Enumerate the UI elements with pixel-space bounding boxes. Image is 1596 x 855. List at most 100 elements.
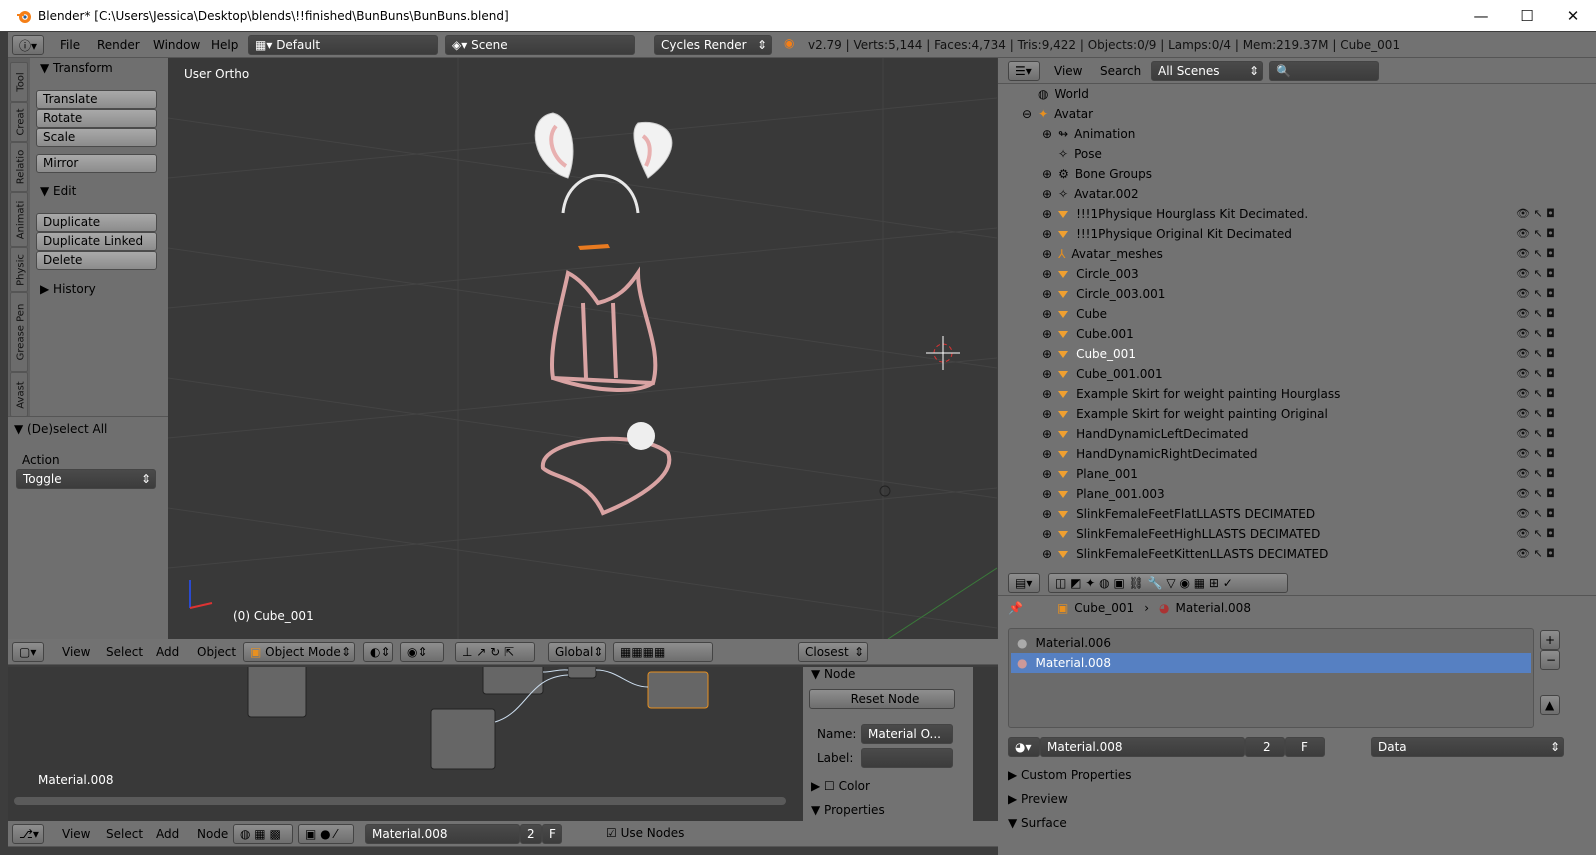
- delete-button[interactable]: Delete: [36, 251, 157, 270]
- outliner-row-mesh[interactable]: ⊕ Example Skirt for weight painting Hourg…: [1042, 384, 1596, 404]
- slot-move-buttons[interactable]: ▲: [1540, 695, 1560, 715]
- properties-section[interactable]: ▼ Properties: [811, 803, 885, 817]
- use-nodes-checkbox[interactable]: ☑ Use Nodes: [606, 826, 684, 840]
- outliner-row-mesh[interactable]: ⊕ HandDynamicRightDecimated: [1042, 444, 1596, 464]
- shading-select[interactable]: ◐⇕: [363, 642, 393, 662]
- pin-icon[interactable]: 📌: [1008, 601, 1023, 615]
- scenes-select[interactable]: All Scenes ⇕: [1151, 61, 1263, 81]
- menu-help[interactable]: Help: [211, 38, 238, 52]
- section-surface[interactable]: ▼ Surface: [1008, 816, 1568, 830]
- action-select[interactable]: Toggle ⇕: [16, 469, 156, 489]
- tab-avast[interactable]: Avast: [10, 372, 28, 417]
- outliner-row-mesh[interactable]: ⊕ Example Skirt for weight painting Origi…: [1042, 404, 1596, 424]
- material-browse[interactable]: ◕▾: [1008, 737, 1040, 757]
- node-label-field[interactable]: [861, 748, 953, 768]
- node-fake-user[interactable]: F: [542, 824, 562, 844]
- outliner-row-pose[interactable]: ✧ Pose: [1058, 144, 1596, 164]
- menu-search[interactable]: Search: [1100, 64, 1141, 78]
- tab-grease-pencil[interactable]: Grease Pen: [10, 292, 28, 372]
- outliner-row-animation[interactable]: ⊕ ↬ Animation: [1042, 124, 1596, 144]
- context-tabs[interactable]: ◫ ◩ ✦ ◍ ▣ ⛓ 🔧 ▽ ◉ ▦ ⊞ ✓: [1048, 573, 1288, 593]
- outliner-row-avatar-meshes[interactable]: ⊕ ⅄ Avatar_meshes: [1042, 244, 1596, 264]
- outliner-row-mesh-active[interactable]: ⊕ Cube_001: [1042, 344, 1596, 364]
- tab-relations[interactable]: Relatio: [10, 142, 28, 192]
- search-input[interactable]: 🔍: [1269, 61, 1379, 81]
- menu-view[interactable]: View: [1054, 64, 1082, 78]
- mirror-button[interactable]: Mirror: [36, 154, 157, 173]
- link-select[interactable]: Data ⇕: [1371, 737, 1564, 757]
- node-material-field[interactable]: Material.008: [365, 824, 520, 844]
- close-button[interactable]: ✕: [1550, 0, 1596, 31]
- shader-type[interactable]: ▣ ● ⁄: [298, 824, 354, 844]
- editor-type-button[interactable]: ⎇▾: [12, 824, 44, 844]
- pivot-select[interactable]: ◉⇕: [400, 642, 444, 662]
- outliner-row-world[interactable]: ◍ World: [1038, 84, 1596, 104]
- slot-row[interactable]: ● Material.006: [1011, 633, 1531, 653]
- translate-button[interactable]: Translate: [36, 90, 157, 109]
- menu-add[interactable]: Add: [156, 645, 179, 659]
- render-engine-select[interactable]: Cycles Render ⇕: [654, 35, 772, 55]
- menu-select[interactable]: Select: [106, 827, 143, 841]
- outliner-row-mesh[interactable]: ⊕ Plane_001: [1042, 464, 1596, 484]
- outliner-row-mesh[interactable]: ⊕ !!!1Physique Original Kit Decimated: [1042, 224, 1596, 244]
- users-count[interactable]: 2: [1245, 737, 1285, 757]
- editor-type-button[interactable]: ▢▾: [12, 642, 44, 662]
- editor-type-button[interactable]: ☰▾: [1008, 61, 1040, 81]
- outliner-row-mesh[interactable]: ⊕ Cube_001.001: [1042, 364, 1596, 384]
- outliner-row-mesh[interactable]: ⊕ Plane_001.003: [1042, 484, 1596, 504]
- outliner-row-mesh[interactable]: ⊕ Cube.001: [1042, 324, 1596, 344]
- menu-window[interactable]: Window: [153, 38, 200, 52]
- manipulator-toggles[interactable]: ⊥ ↗ ↻ ⇱: [455, 642, 535, 662]
- menu-file[interactable]: File: [60, 38, 80, 52]
- tab-create[interactable]: Creat: [10, 102, 28, 142]
- outliner-row-mesh[interactable]: ⊕ SlinkFemaleFeetKittenLLASTS DECIMATED: [1042, 544, 1596, 564]
- color-section[interactable]: ▶ ☐ Color: [811, 779, 870, 793]
- fake-user-button[interactable]: F: [1285, 737, 1325, 757]
- node-name-field[interactable]: Material O...: [861, 724, 953, 744]
- outliner-row-mesh[interactable]: ⊕ Circle_003: [1042, 264, 1596, 284]
- node-editor[interactable]: Material.008 ▼ Node Reset Node Name: Mat…: [8, 667, 998, 837]
- outliner-row-mesh[interactable]: ⊕ Cube: [1042, 304, 1596, 324]
- outliner-row-bone-groups[interactable]: ⊕ ⚙ Bone Groups: [1042, 164, 1596, 184]
- outliner-row-mesh[interactable]: ⊕ HandDynamicLeftDecimated: [1042, 424, 1596, 444]
- node-tree-type[interactable]: ◍ ▦ ▩: [233, 824, 293, 844]
- slot-row-selected[interactable]: ● Material.008: [1011, 653, 1531, 673]
- node-users-count[interactable]: 2: [520, 824, 542, 844]
- duplicate-button[interactable]: Duplicate: [36, 213, 157, 232]
- layer-buttons[interactable]: ▦▦▦▦: [613, 642, 713, 662]
- mode-select[interactable]: ▣ Object Mode ⇕: [243, 642, 355, 662]
- tab-physics[interactable]: Physic: [10, 247, 28, 292]
- section-custom-properties[interactable]: ▶ Custom Properties: [1008, 768, 1568, 782]
- outliner-row-mesh[interactable]: ⊕ !!!1Physique Hourglass Kit Decimated.: [1042, 204, 1596, 224]
- snap-select[interactable]: Closest ⇕: [798, 642, 868, 662]
- scale-button[interactable]: Scale: [36, 128, 157, 147]
- reset-node-button[interactable]: Reset Node: [809, 689, 955, 709]
- minimize-button[interactable]: —: [1458, 0, 1504, 31]
- 3d-viewport[interactable]: User Ortho (0) Cube_001: [168, 58, 997, 639]
- slot-remove-button[interactable]: −: [1540, 650, 1560, 670]
- edit-header[interactable]: ▼ Edit: [40, 184, 76, 198]
- rotate-button[interactable]: Rotate: [36, 109, 157, 128]
- node-header[interactable]: ▼ Node: [811, 667, 855, 681]
- menu-view[interactable]: View: [62, 827, 90, 841]
- slot-add-button[interactable]: +: [1540, 630, 1560, 650]
- outliner-row-avatar[interactable]: ⊖ ✦ Avatar: [1022, 104, 1596, 124]
- maximize-button[interactable]: ☐: [1504, 0, 1550, 31]
- deselect-header[interactable]: ▼ (De)select All: [14, 422, 107, 436]
- orientation-select[interactable]: Global ⇕: [548, 642, 606, 662]
- outliner-row-mesh[interactable]: ⊕ Circle_003.001: [1042, 284, 1596, 304]
- node-scrollbar[interactable]: [14, 797, 786, 805]
- menu-select[interactable]: Select: [106, 645, 143, 659]
- context-object[interactable]: Cube_001: [1074, 601, 1134, 615]
- menu-object[interactable]: Object: [197, 645, 236, 659]
- material-name-field[interactable]: Material.008: [1040, 737, 1245, 757]
- transform-header[interactable]: ▼ Transform: [40, 61, 113, 75]
- duplicate-linked-button[interactable]: Duplicate Linked: [36, 232, 157, 251]
- tab-animation[interactable]: Animati: [10, 192, 28, 247]
- context-material[interactable]: Material.008: [1175, 601, 1250, 615]
- menu-view[interactable]: View: [62, 645, 90, 659]
- scene-selector[interactable]: ◈▾ Scene: [445, 35, 635, 55]
- menu-add[interactable]: Add: [156, 827, 179, 841]
- outliner-row-mesh[interactable]: ⊕ SlinkFemaleFeetHighLLASTS DECIMATED: [1042, 524, 1596, 544]
- outliner-row-avatar-002[interactable]: ⊕ ✧ Avatar.002: [1042, 184, 1596, 204]
